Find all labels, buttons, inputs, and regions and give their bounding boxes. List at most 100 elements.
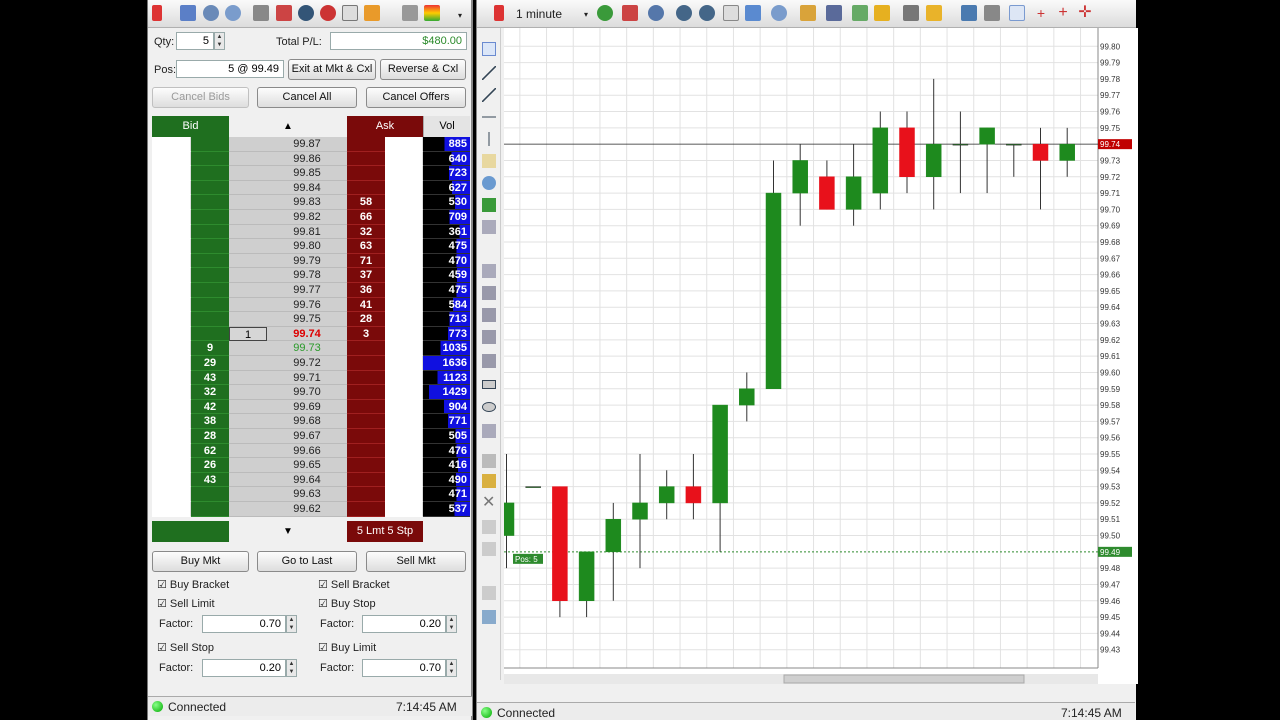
bid-order-cell[interactable] [152, 253, 191, 269]
ladder-row[interactable]: 1 99.74 3 773 [152, 326, 470, 342]
bid-order-cell[interactable] [152, 224, 191, 240]
position-cell[interactable] [229, 472, 267, 488]
price-cell[interactable]: 99.78 [267, 268, 347, 283]
cancel-all-button[interactable]: Cancel All [257, 87, 357, 108]
ask-order-cell[interactable] [385, 253, 423, 269]
bid-order-cell[interactable] [152, 239, 191, 254]
ask-order-cell[interactable] [385, 502, 423, 517]
factor-spinner-4[interactable]: ▲ ▼ [446, 659, 457, 677]
position-cell[interactable] [229, 356, 267, 371]
price-cell[interactable]: 99.73 [267, 341, 347, 356]
bid-size-cell[interactable] [191, 239, 229, 254]
price-cell[interactable]: 99.81 [267, 224, 347, 240]
candle-up[interactable] [872, 127, 889, 194]
ask-size-cell[interactable]: 71 [347, 253, 385, 269]
ladder-row[interactable]: 99.86 640 [152, 151, 470, 167]
go-to-last-button[interactable]: Go to Last [257, 551, 357, 572]
bid-order-cell[interactable] [152, 502, 191, 517]
zoom-in-icon[interactable] [676, 5, 692, 21]
data-box-icon[interactable] [874, 5, 890, 21]
snap-tool-icon[interactable] [482, 454, 496, 468]
ladder-row[interactable]: 99.63 471 [152, 487, 470, 502]
ask-order-cell[interactable] [385, 224, 423, 240]
price-cell[interactable]: 99.74 [267, 326, 347, 342]
ask-order-cell[interactable] [385, 239, 423, 254]
color-icon[interactable] [424, 5, 440, 21]
lock-drawings-icon[interactable] [482, 586, 496, 600]
factor-input-3[interactable]: 0.20 [202, 659, 286, 677]
factor-input-2[interactable]: 0.20 [362, 615, 446, 633]
factor-spinner-1[interactable]: ▲ ▼ [286, 615, 297, 633]
position-cell[interactable] [229, 137, 267, 152]
candle-up[interactable] [979, 127, 995, 145]
volume-cell[interactable]: 530 [423, 195, 470, 210]
position-cell[interactable] [229, 166, 267, 181]
ask-size-cell[interactable] [347, 180, 385, 196]
candle-down[interactable] [819, 176, 835, 210]
ladder-row[interactable]: 43 99.71 1123 [152, 370, 470, 386]
ask-size-cell[interactable] [347, 502, 385, 517]
paste-icon[interactable] [482, 542, 496, 556]
bid-size-cell[interactable] [191, 151, 229, 167]
ladder-row[interactable]: 99.79 71 470 [152, 253, 470, 269]
factor-spinner-3[interactable]: ▲ ▼ [286, 659, 297, 677]
position-cell[interactable] [229, 297, 267, 313]
ask-order-cell[interactable] [385, 151, 423, 167]
position-cell[interactable] [229, 151, 267, 167]
position-cell[interactable] [229, 458, 267, 473]
ask-size-cell[interactable] [347, 137, 385, 152]
position-cell[interactable] [229, 195, 267, 210]
position-cell[interactable]: 1 [229, 326, 267, 342]
remove-drawings-icon[interactable]: ✕ [482, 495, 496, 511]
ladder-row[interactable]: 38 99.68 771 [152, 414, 470, 429]
ask-order-cell[interactable] [385, 443, 423, 459]
ladder-row[interactable]: 42 99.69 904 [152, 399, 470, 415]
candle-up[interactable] [925, 143, 942, 178]
price-cell[interactable]: 99.77 [267, 283, 347, 298]
price-cell[interactable]: 99.63 [267, 487, 347, 502]
bid-size-cell[interactable] [191, 283, 229, 298]
bid-size-cell[interactable] [191, 224, 229, 240]
price-cell[interactable]: 99.68 [267, 414, 347, 429]
ask-order-cell[interactable] [385, 326, 423, 342]
ladder-row[interactable]: 99.75 28 713 [152, 312, 470, 327]
bar-type-icon[interactable] [622, 5, 638, 21]
alert-bell-icon[interactable] [926, 5, 942, 21]
volume-cell[interactable]: 771 [423, 414, 470, 429]
line-tool-icon[interactable] [482, 66, 496, 80]
ladder-row[interactable]: 99.87 885 [152, 137, 470, 152]
bid-order-cell[interactable] [152, 341, 191, 356]
volume-cell[interactable]: 475 [423, 239, 470, 254]
fib-extension-icon[interactable] [482, 264, 496, 278]
position-cell[interactable] [229, 370, 267, 386]
ladder-row[interactable]: 99.85 723 [152, 166, 470, 181]
dom-icon[interactable] [180, 5, 196, 21]
candle-up[interactable] [1059, 143, 1075, 161]
price-cell[interactable]: 99.70 [267, 385, 347, 400]
position-cell[interactable] [229, 253, 267, 269]
refresh-icon[interactable] [597, 5, 613, 21]
pitchfork-tool-icon[interactable] [482, 308, 496, 322]
pointer-icon[interactable] [1009, 5, 1025, 21]
ask-size-cell[interactable]: 58 [347, 195, 385, 210]
gann-tool-icon[interactable] [482, 286, 496, 300]
buy-market-button[interactable]: Buy Mkt [152, 551, 249, 572]
ask-size-cell[interactable]: 63 [347, 239, 385, 254]
bid-size-cell[interactable] [191, 210, 229, 225]
ask-order-cell[interactable] [385, 356, 423, 371]
candle-up[interactable] [1006, 143, 1022, 146]
text-tool-icon[interactable] [482, 154, 496, 168]
bid-size-cell[interactable]: 9 [191, 341, 229, 356]
reverse-button[interactable]: Reverse & Cxl [380, 59, 466, 80]
toolbar-dropdown-icon[interactable]: ▾ [458, 11, 462, 20]
price-cell[interactable]: 99.76 [267, 297, 347, 313]
ladder-row[interactable]: 99.62 537 [152, 502, 470, 517]
bid-size-cell[interactable] [191, 180, 229, 196]
triangle-icon[interactable] [342, 5, 358, 21]
candle-down[interactable] [1032, 143, 1049, 161]
ask-size-cell[interactable]: 36 [347, 283, 385, 298]
ask-size-cell[interactable]: 32 [347, 224, 385, 240]
bid-size-cell[interactable] [191, 312, 229, 327]
position-cell[interactable] [229, 487, 267, 502]
scroll-up-arrow[interactable]: ▲ [229, 116, 347, 137]
